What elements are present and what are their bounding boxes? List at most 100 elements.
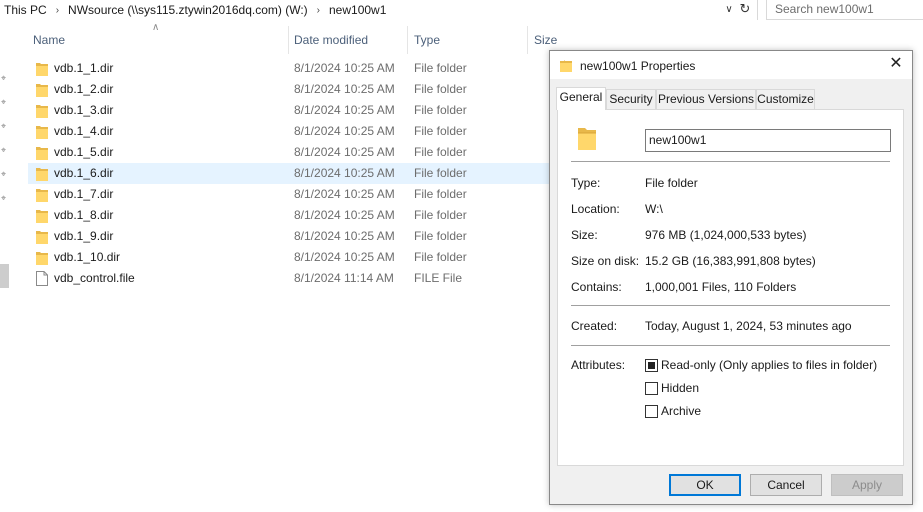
- dialog-title-bar[interactable]: new100w1 Properties ✕: [550, 51, 912, 79]
- file-name[interactable]: vdb.1_3.dir: [54, 103, 113, 117]
- file-name[interactable]: vdb.1_9.dir: [54, 229, 113, 243]
- column-divider[interactable]: [527, 26, 528, 54]
- folder-large-icon: [578, 128, 596, 150]
- pin-icon[interactable]: ⌖: [1, 120, 11, 132]
- file-row[interactable]: vdb.1_7.dir 8/1/2024 10:25 AM File folder: [28, 184, 550, 205]
- file-row[interactable]: vdb.1_5.dir 8/1/2024 10:25 AM File folder: [28, 142, 550, 163]
- file-type: File folder: [414, 166, 467, 180]
- file-type: File folder: [414, 124, 467, 138]
- file-row[interactable]: vdb_control.file 8/1/2024 11:14 AM FILE Fi…: [28, 268, 550, 289]
- file-name[interactable]: vdb.1_6.dir: [54, 166, 113, 180]
- file-row[interactable]: vdb.1_1.dir 8/1/2024 10:25 AM File folder: [28, 58, 550, 79]
- file-row[interactable]: vdb.1_2.dir 8/1/2024 10:25 AM File folder: [28, 79, 550, 100]
- nav-scrollbar-thumb[interactable]: [0, 264, 9, 288]
- breadcrumb-current-folder[interactable]: new100w1: [329, 3, 386, 17]
- column-header-date-modified[interactable]: Date modified: [294, 29, 404, 51]
- column-divider[interactable]: [407, 26, 408, 54]
- file-name[interactable]: vdb.1_10.dir: [54, 250, 120, 264]
- column-header-type[interactable]: Type: [414, 29, 524, 51]
- column-divider[interactable]: [288, 26, 289, 54]
- breadcrumb-separator-icon[interactable]: ›: [56, 5, 59, 16]
- file-type: File folder: [414, 229, 467, 243]
- file-date-modified: 8/1/2024 10:25 AM: [294, 145, 395, 159]
- address-bar[interactable]: This PC › NWsource (\\sys115.ztywin2016d…: [0, 0, 923, 20]
- contains-value: 1,000,001 Files, 110 Folders: [645, 280, 797, 294]
- apply-button[interactable]: Apply: [831, 474, 903, 496]
- file-type: File folder: [414, 250, 467, 264]
- search-placeholder[interactable]: Search new100w1: [775, 2, 874, 16]
- pin-icon[interactable]: ⌖: [1, 96, 11, 108]
- folder-name-input[interactable]: [646, 130, 890, 149]
- hidden-checkbox[interactable]: [645, 382, 658, 395]
- file-row[interactable]: vdb.1_8.dir 8/1/2024 10:25 AM File folder: [28, 205, 550, 226]
- column-header-name[interactable]: Name: [33, 29, 283, 51]
- tab-customize[interactable]: Customize: [756, 89, 815, 109]
- divider: [571, 345, 890, 346]
- file-date-modified: 8/1/2024 10:25 AM: [294, 229, 395, 243]
- file-date-modified: 8/1/2024 10:25 AM: [294, 250, 395, 264]
- file-name[interactable]: vdb.1_4.dir: [54, 124, 113, 138]
- file-date-modified: 8/1/2024 10:25 AM: [294, 61, 395, 75]
- folder-icon: [36, 252, 48, 265]
- column-header-size[interactable]: Size: [534, 29, 557, 51]
- hidden-label[interactable]: Hidden: [661, 381, 699, 395]
- readonly-label[interactable]: Read-only (Only applies to files in fold…: [661, 358, 877, 372]
- file-type: File folder: [414, 61, 467, 75]
- size-on-disk-label: Size on disk:: [571, 254, 640, 268]
- location-value: W:\: [645, 202, 663, 216]
- file-name[interactable]: vdb.1_7.dir: [54, 187, 113, 201]
- divider: [571, 305, 890, 306]
- folder-icon: [36, 126, 48, 139]
- cancel-button[interactable]: Cancel: [750, 474, 822, 496]
- tab-general[interactable]: General: [556, 87, 606, 110]
- file-icon: [36, 271, 48, 286]
- file-date-modified: 8/1/2024 11:14 AM: [294, 271, 394, 285]
- file-row[interactable]: vdb.1_3.dir 8/1/2024 10:25 AM File folder: [28, 100, 550, 121]
- file-row[interactable]: vdb.1_10.dir 8/1/2024 10:25 AM File folder: [28, 247, 550, 268]
- file-name[interactable]: vdb.1_8.dir: [54, 208, 113, 222]
- breadcrumb-this-pc[interactable]: This PC: [4, 3, 47, 17]
- pin-icon[interactable]: ⌖: [1, 192, 11, 204]
- attributes-label: Attributes:: [571, 358, 626, 372]
- dialog-title: new100w1 Properties: [580, 59, 696, 73]
- breadcrumb: This PC › NWsource (\\sys115.ztywin2016d…: [4, 2, 386, 18]
- file-row[interactable]: vdb.1_4.dir 8/1/2024 10:25 AM File folder: [28, 121, 550, 142]
- file-row[interactable]: vdb.1_9.dir 8/1/2024 10:25 AM File folder: [28, 226, 550, 247]
- folder-icon: [560, 60, 572, 72]
- address-divider: [757, 0, 758, 20]
- file-name[interactable]: vdb_control.file: [54, 271, 135, 285]
- file-type: File folder: [414, 103, 467, 117]
- folder-name-field[interactable]: [645, 129, 891, 152]
- file-row[interactable]: vdb.1_6.dir 8/1/2024 10:25 AM File folder: [28, 163, 550, 184]
- ok-button[interactable]: OK: [669, 474, 741, 496]
- file-name[interactable]: vdb.1_2.dir: [54, 82, 113, 96]
- file-name[interactable]: vdb.1_1.dir: [54, 61, 113, 75]
- archive-label[interactable]: Archive: [661, 404, 701, 418]
- size-label: Size:: [571, 228, 598, 242]
- size-on-disk-value: 15.2 GB (16,383,991,808 bytes): [645, 254, 816, 268]
- address-history-dropdown-icon[interactable]: ∨: [722, 2, 736, 18]
- folder-icon: [36, 84, 48, 97]
- archive-checkbox[interactable]: [645, 405, 658, 418]
- readonly-checkbox[interactable]: [645, 359, 658, 372]
- file-type: File folder: [414, 145, 467, 159]
- folder-icon: [36, 147, 48, 160]
- tab-previous-versions[interactable]: Previous Versions: [656, 89, 756, 109]
- close-icon[interactable]: ✕: [888, 56, 904, 72]
- folder-icon: [36, 63, 48, 76]
- folder-icon: [36, 231, 48, 244]
- file-name[interactable]: vdb.1_5.dir: [54, 145, 113, 159]
- search-box[interactable]: Search new100w1: [766, 0, 923, 20]
- file-date-modified: 8/1/2024 10:25 AM: [294, 82, 395, 96]
- pin-icon[interactable]: ⌖: [1, 168, 11, 180]
- folder-icon: [36, 105, 48, 118]
- tab-security[interactable]: Security: [606, 89, 656, 109]
- divider: [571, 161, 890, 162]
- pin-icon[interactable]: ⌖: [1, 72, 11, 84]
- breadcrumb-separator-icon[interactable]: ›: [317, 5, 320, 16]
- pin-icon[interactable]: ⌖: [1, 144, 11, 156]
- breadcrumb-drive[interactable]: NWsource (\\sys115.ztywin2016dq.com) (W:…: [68, 3, 308, 17]
- refresh-icon[interactable]: ↻: [738, 1, 752, 17]
- file-date-modified: 8/1/2024 10:25 AM: [294, 124, 395, 138]
- file-type: FILE File: [414, 271, 463, 285]
